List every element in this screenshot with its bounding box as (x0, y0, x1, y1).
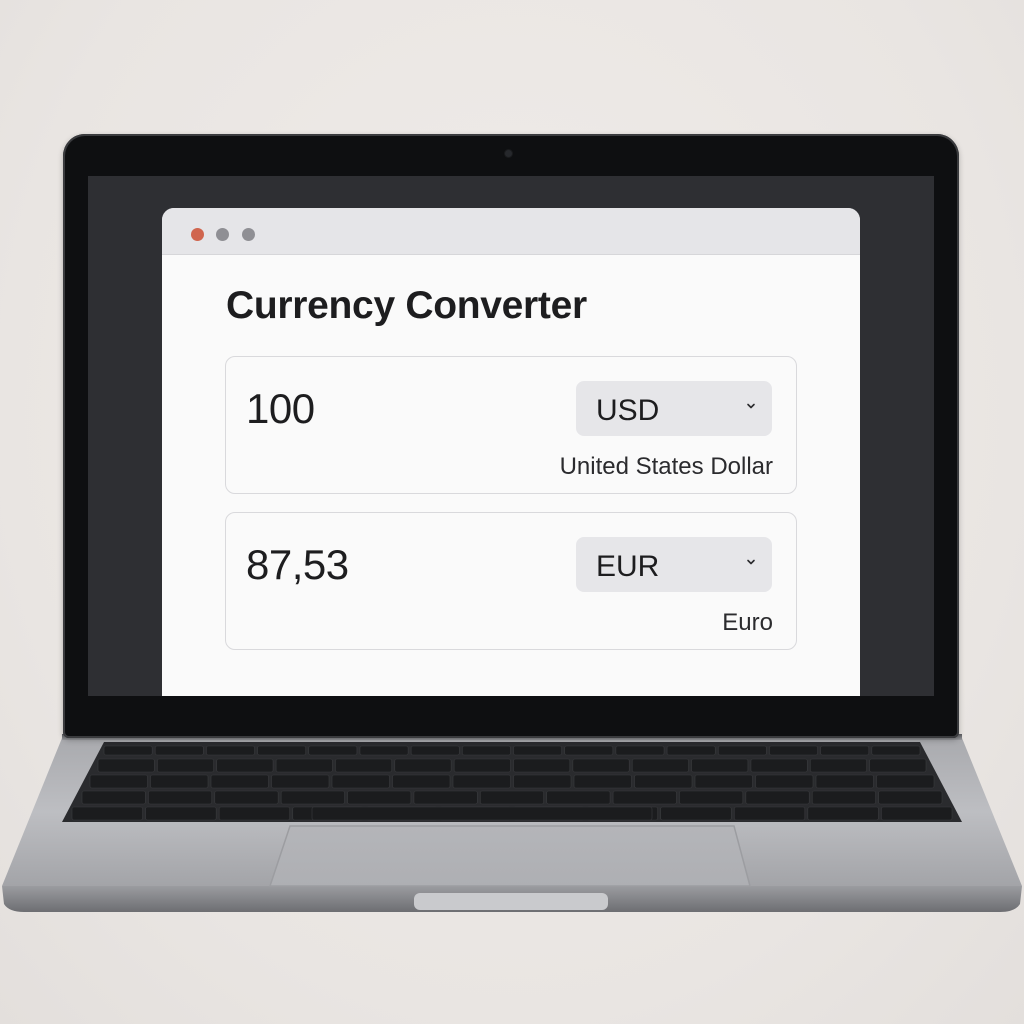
keyboard-key (97, 758, 155, 773)
keyboard-key (392, 774, 451, 789)
keyboard-key (271, 774, 330, 789)
keyboard-key (216, 758, 274, 773)
keyboard-key (359, 745, 409, 756)
page-title: Currency Converter (226, 284, 587, 327)
keyboard-key (413, 790, 478, 805)
from-currency-name: United States Dollar (559, 453, 773, 480)
keyboard-key (717, 745, 767, 756)
laptop-scene: Currency Converter USD United States Dol… (0, 0, 1024, 1024)
keyboard-key (573, 774, 632, 789)
keyboard-key (769, 745, 818, 756)
keyboard-key (462, 745, 511, 756)
keyboard-key (631, 758, 689, 773)
keyboard-key (150, 774, 209, 789)
keyboard-key (878, 790, 943, 805)
keyboard-key (206, 745, 255, 756)
keyboard-key (660, 806, 732, 821)
keyboard-key (154, 745, 204, 756)
close-window-button[interactable] (191, 228, 204, 241)
keyboard-key (807, 806, 879, 821)
keyboard-key (564, 745, 614, 756)
from-currency-select[interactable]: USD (576, 381, 772, 436)
keyboard-key (634, 774, 693, 789)
chevron-down-icon (747, 403, 755, 409)
keyboard-key (809, 758, 867, 773)
keyboard-key (71, 806, 143, 821)
keyboard-key (210, 774, 269, 789)
keyboard-key (546, 790, 611, 805)
to-currency-select[interactable]: EUR (576, 537, 772, 592)
from-currency-card: USD United States Dollar (225, 356, 797, 494)
from-currency-code: USD (596, 394, 660, 427)
keyboard-key (275, 758, 333, 773)
keyboard-key (480, 790, 544, 805)
to-currency-code: EUR (596, 550, 660, 583)
keyboard-key (453, 758, 511, 773)
keyboard-key (157, 758, 215, 773)
keyboard-key (410, 745, 460, 756)
maximize-window-button[interactable] (242, 228, 255, 241)
keyboard-key (513, 758, 571, 773)
chevron-down-icon (747, 559, 755, 565)
keyboard-key (815, 774, 874, 789)
keyboard-key (733, 806, 806, 821)
keyboard-key (612, 790, 677, 805)
webcam (505, 150, 512, 157)
keyboard-key (615, 745, 665, 756)
keyboard-key (691, 758, 749, 773)
window-titlebar (162, 208, 860, 255)
to-currency-name: Euro (722, 609, 773, 636)
keyboard-key (335, 758, 393, 773)
keyboard-key (869, 758, 927, 773)
keyboard-key (394, 758, 452, 773)
keyboard-key (214, 790, 279, 805)
space-bar-key (311, 806, 653, 821)
keyboard-key (280, 790, 345, 805)
keyboard-key (871, 745, 921, 756)
keyboard-key (145, 806, 217, 821)
keyboard-key (876, 774, 935, 789)
from-amount-input[interactable] (246, 385, 546, 433)
keyboard-key (513, 774, 572, 789)
keyboard-key (103, 745, 153, 756)
keyboard-key (308, 745, 358, 756)
keyboard-key (331, 774, 390, 789)
keyboard-key (679, 790, 744, 805)
keyboard-key (257, 745, 307, 756)
keyboard-key (694, 774, 753, 789)
keyboard-key (89, 774, 148, 789)
keyboard-key (347, 790, 412, 805)
keyboard-key (750, 758, 808, 773)
to-currency-card: EUR Euro (225, 512, 797, 650)
minimize-window-button[interactable] (216, 228, 229, 241)
keyboard-key (572, 758, 630, 773)
keyboard-key (881, 806, 953, 821)
keyboard-key (513, 745, 562, 756)
keyboard-key (452, 774, 511, 789)
keyboard-key (755, 774, 814, 789)
keyboard-key (811, 790, 876, 805)
keyboard-key (148, 790, 213, 805)
keyboard-key (745, 790, 810, 805)
app-window: Currency Converter USD United States Dol… (162, 208, 860, 696)
keyboard-key (820, 745, 870, 756)
keyboard-key (218, 806, 291, 821)
keyboard-key (81, 790, 146, 805)
to-amount-input[interactable] (246, 541, 546, 589)
keyboard-key (666, 745, 716, 756)
